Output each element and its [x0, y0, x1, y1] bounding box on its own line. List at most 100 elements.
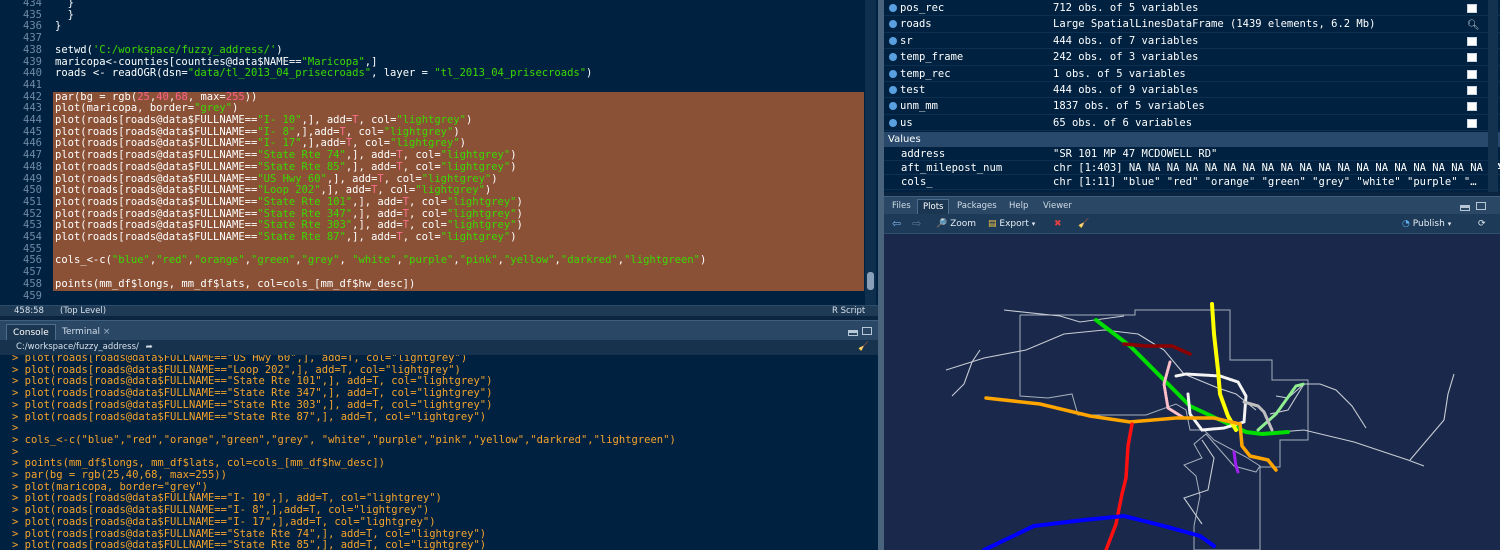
- line-number: 458: [23, 277, 42, 290]
- console-output[interactable]: > plot(roads[roads@data$FULLNAME=="US Hw…: [0, 355, 878, 550]
- expand-icon[interactable]: [889, 102, 897, 111]
- expand-icon[interactable]: [889, 4, 897, 12]
- expand-icon[interactable]: [889, 118, 897, 127]
- env-value-row-aft_milepost_num[interactable]: aft_milepost_num chr [1:403] NA NA NA NA …: [884, 161, 1500, 176]
- export-button[interactable]: ▤ Export ▾: [988, 217, 1035, 231]
- source-editor[interactable]: 434 } 435 } 436} 437 438 setwd('C:/workspace/…: [0, 0, 878, 305]
- back-arrow-icon[interactable]: ⇦: [892, 217, 901, 231]
- console-line: > plot(roads[roads@data$FULLNAME=="I- 17…: [12, 515, 436, 528]
- code-text[interactable]: }: [55, 21, 61, 33]
- points-grey: [1242, 400, 1274, 432]
- chevron-down-icon: ▾: [1031, 220, 1036, 228]
- values-header: Values: [884, 132, 1500, 147]
- view-table-icon[interactable]: [1467, 118, 1477, 128]
- tab-terminal[interactable]: Terminal ×: [56, 324, 116, 341]
- env-row-test[interactable]: test 444 obs. of 9 variables: [884, 82, 1500, 99]
- env-var-value: 444 obs. of 9 variables: [1053, 84, 1199, 96]
- publish-button[interactable]: ◔ Publish ▾: [1402, 217, 1451, 231]
- env-var-value: 1 obs. of 5 variables: [1053, 67, 1186, 80]
- points-yellow: [1210, 302, 1238, 432]
- code-text[interactable]: cols_<-c("blue","red","orange","green","…: [55, 255, 706, 267]
- road-sr85: [951, 349, 981, 397]
- refresh-icon[interactable]: ⟳: [1478, 217, 1486, 231]
- env-var-value: 444 obs. of 7 variables: [1053, 34, 1199, 47]
- working-directory-bar: C:/workspace/fuzzy_address/ ➦ 🧹: [0, 340, 878, 355]
- env-value-row-cols_[interactable]: cols_ chr [1:11] "blue" "red" "orange" "g…: [884, 175, 1500, 190]
- forward-arrow-icon[interactable]: ⇨: [912, 217, 921, 231]
- console-line: > cols_<-c("blue","red","orange","green"…: [12, 433, 676, 446]
- view-table-icon[interactable]: [1467, 36, 1477, 46]
- environment-scrollbar[interactable]: [1488, 0, 1498, 192]
- go-to-directory-icon[interactable]: ➦: [146, 342, 153, 352]
- tab-console[interactable]: Console: [6, 324, 56, 341]
- zoom-label: Zoom: [950, 219, 977, 229]
- line-number: 448: [23, 160, 42, 173]
- remove-plot-icon[interactable]: ✖: [1054, 217, 1062, 231]
- line-number: 438: [23, 43, 42, 56]
- env-value-name: address: [901, 148, 946, 160]
- plots-pane-tab-bar: Files Plots Packages Help Viewer: [884, 196, 1500, 215]
- env-row-roads[interactable]: roads Large SpatialLinesDataFrame (1439 e…: [884, 16, 1500, 33]
- zoom-button[interactable]: 🔎 Zoom: [936, 217, 976, 231]
- code-text[interactable]: setwd('C:/workspace/fuzzy_address/'): [55, 44, 283, 57]
- view-table-icon[interactable]: [1467, 102, 1477, 112]
- maximize-icon[interactable]: [1476, 202, 1486, 210]
- env-var-value: Large SpatialLinesDataFrame (1439 elemen…: [1053, 18, 1376, 31]
- env-var-name: sr: [900, 34, 913, 47]
- scope-indicator[interactable]: (Top Level): [60, 306, 106, 317]
- env-row-pos_rec[interactable]: pos_rec 712 obs. of 5 variables: [884, 0, 1500, 17]
- road-loop303: [1269, 383, 1367, 429]
- env-value-text: chr [1:11] "blue" "red" "orange" "green"…: [1053, 176, 1477, 189]
- code-text[interactable]: points(mm_df$longs, mm_df$lats, col=cols…: [55, 278, 415, 291]
- env-var-name: pos_rec: [900, 2, 945, 14]
- env-row-temp_frame[interactable]: temp_frame 242 obs. of 3 variables: [884, 49, 1500, 66]
- tab-plots[interactable]: Plots: [917, 199, 950, 215]
- plots-toolbar: ⇦ ⇨ 🔎 Zoom ▤ Export ▾ ✖ 🧹 ◔ Publish ▾ ⟳: [884, 214, 1500, 234]
- env-row-us[interactable]: us 65 obs. of 6 variables: [884, 115, 1500, 132]
- road-us60: [1255, 429, 1425, 467]
- tab-help[interactable]: Help: [1004, 199, 1033, 215]
- env-var-name: test: [900, 84, 926, 96]
- close-icon[interactable]: ×: [103, 327, 111, 337]
- env-row-temp_rec[interactable]: temp_rec 1 obs. of 5 variables: [884, 66, 1500, 82]
- code-text[interactable]: roads <- readOGR(dsn="data/tl_2013_04_pr…: [55, 67, 592, 80]
- line-number: 459: [23, 289, 42, 302]
- view-table-icon[interactable]: [1467, 86, 1477, 95]
- view-table-icon[interactable]: [1467, 4, 1477, 13]
- editor-scroll-thumb[interactable]: [867, 272, 874, 290]
- view-table-icon[interactable]: [1467, 53, 1477, 63]
- road-sr74: [1003, 309, 1125, 323]
- tab-packages[interactable]: Packages: [952, 199, 1002, 215]
- env-var-value: 65 obs. of 6 variables: [1053, 116, 1193, 129]
- clear-console-icon[interactable]: 🧹: [858, 340, 869, 355]
- env-value-row-address[interactable]: address "SR 101 MP 47 MCDOWELL RD": [884, 147, 1500, 162]
- env-value-name: aft_milepost_num: [901, 162, 1003, 175]
- tab-files[interactable]: Files: [887, 199, 916, 215]
- expand-icon[interactable]: [889, 36, 897, 45]
- points-lightgreen: [1256, 382, 1306, 432]
- editor-status-bar: 458:58 (Top Level) R Script: [0, 305, 878, 316]
- working-directory: C:/workspace/fuzzy_address/: [16, 342, 139, 352]
- expand-icon[interactable]: [889, 53, 897, 62]
- env-value-name: cols_: [901, 176, 933, 189]
- env-row-sr[interactable]: sr 444 obs. of 7 variables: [884, 33, 1500, 50]
- highway-points: [982, 302, 1306, 550]
- env-row-unm_mm[interactable]: unm_mm 1837 obs. of 5 variables: [884, 98, 1500, 115]
- tab-viewer[interactable]: Viewer: [1038, 199, 1077, 215]
- filetype-indicator[interactable]: R Script: [832, 306, 865, 317]
- maximize-icon[interactable]: [862, 327, 872, 335]
- clear-plots-icon[interactable]: 🧹: [1078, 217, 1089, 231]
- view-table-icon[interactable]: [1467, 69, 1477, 79]
- expand-icon[interactable]: [889, 20, 897, 29]
- expand-icon[interactable]: [889, 69, 897, 78]
- minimize-icon[interactable]: [1460, 205, 1470, 211]
- minimize-icon[interactable]: [848, 330, 858, 336]
- code-text[interactable]: plot(roads[roads@data$FULLNAME=="State R…: [55, 231, 517, 244]
- road-map-plot: [945, 302, 1455, 550]
- expand-icon[interactable]: [889, 86, 897, 94]
- env-var-name: unm_mm: [900, 100, 938, 113]
- points-red: [1104, 422, 1134, 550]
- export-icon: ▤: [988, 219, 997, 229]
- editor-scrollbar[interactable]: [865, 0, 876, 305]
- console-tab-bar: Console Terminal ×: [0, 320, 878, 341]
